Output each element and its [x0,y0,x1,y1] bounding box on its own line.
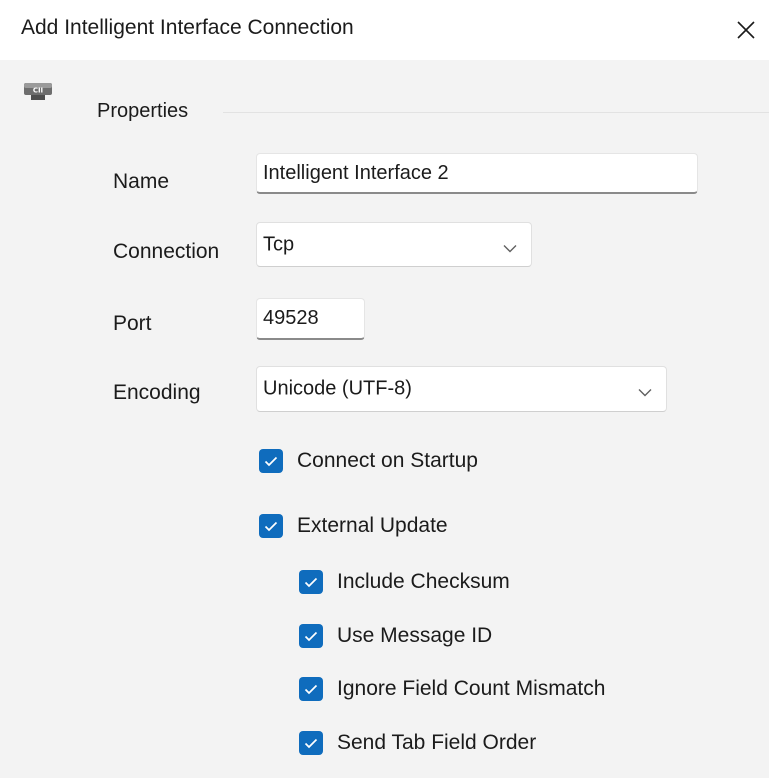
external-update-label: External Update [297,514,448,537]
send-tab-field-order-checkbox[interactable]: Send Tab Field Order [299,731,536,755]
checkmark-icon [299,731,323,755]
title-bar: Add Intelligent Interface Connection [0,0,769,60]
use-message-id-checkbox[interactable]: Use Message ID [299,624,492,648]
checkmark-icon [259,514,283,538]
chevron-down-icon [503,240,517,252]
connector-icon: CII [23,82,53,102]
group-divider [223,112,769,113]
ignore-field-count-mismatch-label: Ignore Field Count Mismatch [337,677,606,700]
checkmark-icon [299,570,323,594]
include-checksum-label: Include Checksum [337,570,510,593]
dialog-window: Add Intelligent Interface Connection CII… [0,0,769,778]
name-label: Name [113,170,170,193]
name-input[interactable] [256,153,698,194]
close-button[interactable] [723,0,769,60]
chevron-down-icon [638,385,652,397]
connection-dropdown[interactable]: Tcp [256,222,532,267]
window-title: Add Intelligent Interface Connection [21,16,354,39]
checkmark-icon [259,449,283,473]
properties-group-label: Properties [97,100,189,122]
port-input[interactable] [256,298,365,340]
ignore-field-count-mismatch-checkbox[interactable]: Ignore Field Count Mismatch [299,677,605,701]
connect-on-startup-label: Connect on Startup [297,449,478,472]
encoding-dropdown[interactable]: Unicode (UTF-8) [256,366,667,412]
port-label: Port [113,312,152,335]
connection-label: Connection [113,240,220,263]
checkmark-icon [299,677,323,701]
connect-on-startup-checkbox[interactable]: Connect on Startup [259,449,478,473]
svg-text:CII: CII [33,87,43,95]
connection-value: Tcp [263,233,295,255]
encoding-value: Unicode (UTF-8) [263,377,412,400]
include-checksum-checkbox[interactable]: Include Checksum [299,570,510,594]
checkmark-icon [299,624,323,648]
use-message-id-label: Use Message ID [337,624,493,647]
send-tab-field-order-label: Send Tab Field Order [337,731,537,754]
close-icon [736,20,756,40]
external-update-checkbox[interactable]: External Update [259,514,448,538]
encoding-label: Encoding [113,381,201,404]
